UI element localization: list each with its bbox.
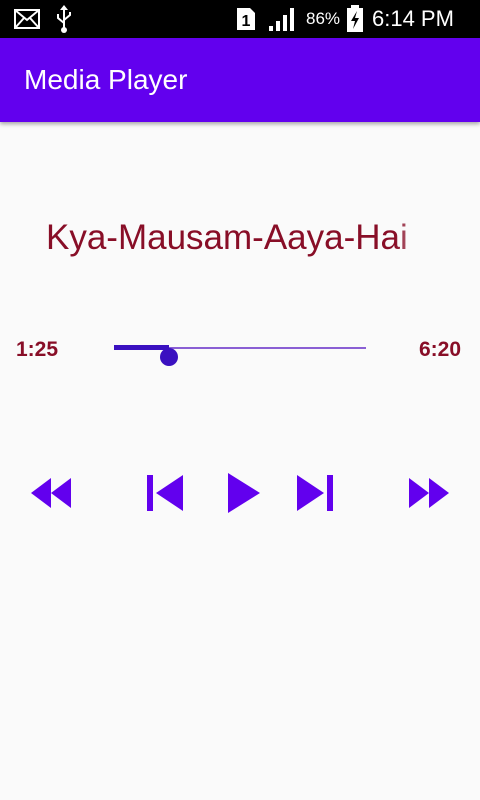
sim-1-icon: 1 [236, 0, 256, 38]
fast-forward-button[interactable] [404, 470, 454, 520]
app-title: Media Player [24, 64, 188, 95]
seek-progress [114, 345, 169, 350]
play-button[interactable] [222, 470, 264, 520]
mail-icon [14, 0, 40, 38]
signal-icon [268, 0, 296, 38]
rewind-icon [27, 475, 75, 516]
skip-previous-icon [144, 473, 186, 518]
rewind-button[interactable] [26, 470, 76, 520]
skip-next-icon [294, 473, 336, 518]
current-time: 1:25 [16, 338, 59, 361]
seek-bar[interactable] [114, 336, 366, 366]
fast-forward-icon [405, 475, 453, 516]
status-time: 6:14 PM [372, 6, 454, 31]
next-button[interactable] [292, 470, 338, 520]
battery-percent: 86% [306, 9, 341, 28]
total-time: 6:20 [419, 338, 462, 361]
seek-thumb[interactable] [160, 348, 178, 366]
app-bar: Media Player [0, 38, 480, 122]
play-icon [224, 471, 262, 520]
svg-text:1: 1 [242, 13, 251, 30]
battery-charging-icon [346, 0, 364, 38]
song-title: Kya-Mausam-Aaya-Hai [46, 218, 408, 257]
previous-button[interactable] [142, 470, 188, 520]
status-bar: 1 86% 6:14 PM [0, 0, 480, 38]
usb-icon [55, 0, 73, 38]
